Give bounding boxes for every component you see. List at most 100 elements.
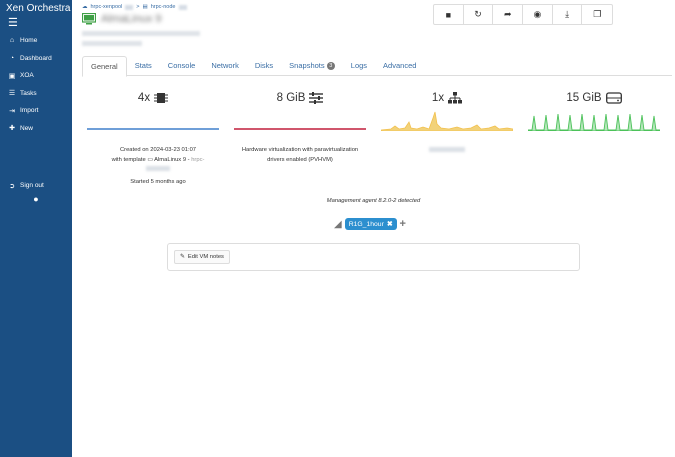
menu-icon[interactable]: ☰ [0, 14, 72, 29]
sign-out-button[interactable]: ➲ Sign out [0, 177, 72, 195]
template-name[interactable]: AlmaLinux 9 [154, 157, 186, 163]
main-content: ☁ hrpc-xenpool > ▤ hrpc-node AlmaLinux 9… [72, 0, 675, 457]
breadcrumb-separator: > [136, 4, 140, 10]
notes-panel: ✎ Edit VM notes [167, 243, 580, 271]
sidebar-item-dashboard[interactable]: ◔ Dashboard [0, 50, 72, 68]
vm-toolbar: ■ ↻ ➦ ◉ ⤓ ❐ [433, 4, 614, 25]
plus-icon: ✚ [9, 125, 15, 133]
sidebar-item-home[interactable]: ⌂ Home [0, 32, 72, 50]
tab-advanced[interactable]: Advanced [375, 56, 424, 76]
virtualization-mode-line1: Hardware virtualization with paravirtual… [241, 147, 359, 153]
creation-info: Created on 2024-03-23 01:07 with templat… [92, 146, 224, 187]
stats-summary: 4x 8 GiB 1x 15 GiB [82, 88, 672, 136]
edit-notes-button[interactable]: ✎ Edit VM notes [174, 250, 230, 264]
disk-stat: 15 GiB [528, 88, 660, 131]
redacted-ip [429, 146, 465, 152]
memory-stat: 8 GiB [234, 88, 366, 130]
sidebar-item-import[interactable]: ⇥ Import [0, 102, 72, 120]
management-agent-status: Management agent 8.2.0-2 detected [326, 198, 421, 204]
export-button[interactable]: ⤓ [553, 5, 583, 24]
tab-logs[interactable]: Logs [343, 56, 375, 76]
sign-out-label: Sign out [20, 182, 44, 190]
restart-button[interactable]: ↻ [464, 5, 494, 24]
vm-ip-address [82, 41, 142, 46]
tab-console[interactable]: Console [160, 56, 204, 76]
tasks-icon: ☰ [8, 90, 16, 98]
virtualization-info: Hardware virtualization with paravirtual… [234, 146, 366, 165]
sidebar-item-label: Tasks [20, 89, 37, 97]
server-icon: ▤ [142, 4, 148, 10]
breadcrumb: ☁ hrpc-xenpool > ▤ hrpc-node [82, 4, 187, 10]
sidebar-item-new[interactable]: ✚ New [0, 120, 72, 138]
redacted-text [125, 4, 134, 10]
sidebar: Xen Orchestra ☰ ⌂ Home ◔ Dashboard ▣ XOA ☰ T… [0, 0, 72, 457]
dashboard-icon: ◔ [9, 54, 15, 62]
cloud-icon: ☁ [82, 4, 88, 10]
copy-icon: ❐ [593, 9, 602, 19]
tab-disks[interactable]: Disks [247, 56, 281, 76]
tag-item[interactable]: R1G_1hour ✖ [344, 218, 397, 230]
camera-icon: ◉ [533, 9, 542, 19]
tab-stats[interactable]: Stats [127, 56, 160, 76]
network-count: 1x [431, 92, 445, 104]
started-time: Started 5 months ago [130, 178, 186, 185]
sliders-icon [309, 92, 324, 104]
network-usage-sparkline [381, 111, 513, 131]
stop-icon: ■ [445, 9, 452, 20]
monitor-icon [82, 13, 96, 25]
tab-bar: General Stats Console Network Disks Snap… [82, 56, 672, 77]
created-date: Created on 2024-03-23 01:07 [119, 147, 197, 153]
cpu-stat: 4x [87, 88, 219, 130]
tag-list: ◢ R1G_1hour ✖ + [334, 218, 406, 230]
pencil-icon: ✎ [180, 254, 185, 260]
sidebar-item-label: Home [20, 37, 38, 45]
sidebar-item-tasks[interactable]: ☰ Tasks [0, 85, 72, 103]
sidebar-nav: ⌂ Home ◔ Dashboard ▣ XOA ☰ Tasks ⇥ Import ✚ Ne… [0, 32, 72, 137]
template-prefix: with template [111, 156, 146, 163]
sidebar-item-label: Import [20, 107, 39, 115]
refresh-icon: ↻ [474, 9, 482, 19]
add-tag-icon[interactable]: + [400, 218, 406, 230]
sitemap-icon [448, 92, 463, 104]
memory-size: 8 GiB [276, 92, 306, 104]
sidebar-item-label: Dashboard [20, 54, 52, 62]
sidebar-item-label: New [20, 124, 34, 132]
user-icon[interactable]: ● [0, 194, 72, 204]
vm-name[interactable]: AlmaLinux 9 [101, 13, 162, 25]
edit-notes-label: Edit VM notes [187, 254, 224, 260]
stop-button[interactable]: ■ [434, 5, 464, 24]
migrate-button[interactable]: ➦ [493, 5, 524, 24]
app-title: Xen Orchestra [6, 3, 71, 14]
remove-tag-icon[interactable]: ✖ [387, 220, 393, 228]
redacted-text [92, 165, 224, 175]
share-icon: ➦ [503, 9, 512, 19]
breadcrumb-host[interactable]: hrpc-node [151, 4, 176, 10]
sidebar-item-xoa[interactable]: ▣ XOA [0, 67, 72, 85]
sidebar-item-label: XOA [20, 72, 34, 80]
import-icon: ⇥ [9, 107, 15, 115]
download-icon: ⤓ [565, 9, 570, 19]
tab-general[interactable]: General [82, 56, 127, 77]
snapshot-button[interactable]: ◉ [523, 5, 553, 24]
cpu-icon [154, 93, 169, 103]
memory-usage-bar [234, 128, 366, 130]
redacted-text [178, 4, 187, 10]
hard-drive-icon [605, 92, 622, 104]
network-stat: 1x [381, 88, 513, 131]
page-title: AlmaLinux 9 [82, 13, 162, 25]
breadcrumb-pool[interactable]: hrpc-xenpool [91, 4, 123, 10]
tab-network[interactable]: Network [203, 56, 247, 76]
vm-description[interactable] [82, 31, 200, 36]
network-info [381, 146, 513, 156]
tag-label: R1G_1hour [348, 220, 384, 228]
cpu-count: 4x [137, 92, 151, 104]
tab-snapshots[interactable]: Snapshots 3 [281, 56, 343, 76]
xoa-icon: ▣ [8, 72, 16, 80]
copy-button[interactable]: ❐ [582, 5, 612, 24]
tab-snapshots-label: Snapshots [289, 61, 325, 70]
tags-icon: ◢ [334, 218, 342, 230]
cpu-usage-bar [87, 128, 219, 130]
home-icon: ⌂ [9, 37, 15, 45]
virtualization-mode-line2: drivers enabled (PVHVM) [267, 156, 333, 163]
snapshot-count-badge: 3 [326, 62, 335, 71]
